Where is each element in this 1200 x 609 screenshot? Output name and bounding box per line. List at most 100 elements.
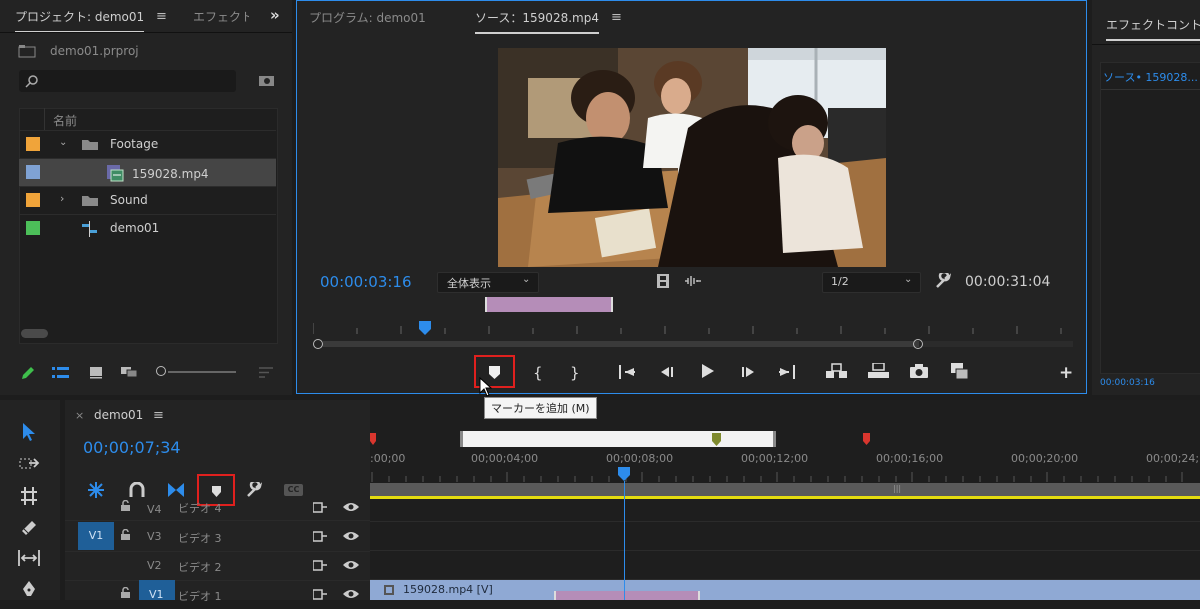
close-icon[interactable]: × (75, 409, 84, 422)
list-item-sound[interactable]: › Sound (19, 186, 276, 214)
ruler-label: 00;00;12;00 (741, 452, 809, 465)
project-file-name: demo01.prproj (50, 44, 139, 58)
list-item-clip[interactable]: 159028.mp4 (19, 158, 276, 186)
label-color-chip[interactable] (26, 221, 40, 235)
sequence-timecode[interactable]: 00;00;07;34 (83, 438, 181, 457)
ruler-label: 00;00;08;00 (606, 452, 674, 465)
tab-menu-icon[interactable]: ≡ (153, 408, 164, 423)
source-clip-label[interactable]: ソース• 159028... (1103, 69, 1198, 85)
tab-sequence[interactable]: demo01 (94, 408, 143, 422)
pencil-icon[interactable] (20, 366, 35, 381)
eye-icon[interactable] (343, 560, 359, 570)
tab-program[interactable]: プログラム: demo01 (309, 9, 426, 26)
sync-lock-icon[interactable] (313, 502, 327, 513)
ripple-edit-tool-icon[interactable] (19, 487, 39, 505)
current-timecode[interactable]: 00:00:03:16 (320, 273, 412, 291)
track-name: V3 (147, 530, 162, 543)
track-header-v1[interactable]: V1 ビデオ 1 (65, 580, 370, 609)
insert-icon[interactable] (826, 363, 848, 379)
timeline-clip[interactable]: 159028.mp4 [V] (370, 580, 1200, 600)
zoom-select[interactable]: 全体表示 ⌄ (437, 272, 539, 293)
label-color-chip[interactable] (26, 193, 40, 207)
lock-icon[interactable] (121, 587, 130, 598)
in-out-range[interactable] (485, 297, 613, 312)
track-header-v3[interactable]: V1 V3 ビデオ 3 (65, 522, 370, 552)
icon-view-icon[interactable] (89, 366, 103, 379)
audio-waveform-icon[interactable] (685, 275, 701, 287)
step-forward-icon[interactable] (740, 365, 756, 379)
wrench-icon[interactable] (935, 273, 951, 289)
list-item-footage[interactable]: ⌄ Footage (19, 130, 276, 158)
mark-in-icon[interactable]: { (533, 364, 543, 382)
mark-out-icon[interactable]: } (570, 364, 580, 382)
label-color-chip[interactable] (26, 137, 40, 151)
video-frame[interactable] (498, 48, 886, 267)
tab-source[interactable]: ソース：159028.mp4 (475, 9, 599, 34)
tooltip: マーカーを追加 (M) (484, 397, 597, 419)
camera-icon[interactable] (910, 364, 928, 378)
tab-overflow-icon[interactable]: » (270, 6, 280, 24)
search-icon (25, 74, 39, 88)
timeline-ruler-ticks[interactable] (370, 470, 1200, 482)
list-item-sequence[interactable]: demo01 (19, 214, 276, 242)
playhead-marker[interactable] (419, 321, 431, 335)
track-header-v2[interactable]: V2 ビデオ 2 (65, 551, 370, 581)
work-area-bar[interactable] (460, 431, 776, 447)
list-view-icon[interactable] (52, 367, 70, 379)
render-bar[interactable]: ||| (370, 483, 1200, 499)
razor-tool-icon[interactable] (20, 519, 38, 537)
sync-lock-icon[interactable] (313, 531, 327, 542)
sequence-marker-red[interactable] (370, 433, 376, 445)
track-select-tool-icon[interactable] (19, 457, 41, 472)
add-button-icon[interactable]: + (1059, 363, 1073, 383)
tab-effects[interactable]: エフェクト (193, 8, 249, 25)
sort-icon[interactable] (259, 367, 273, 378)
go-to-out-icon[interactable] (778, 365, 796, 379)
effect-controls-timecode[interactable]: 00:00:03:16 (1100, 378, 1155, 388)
track-lane-v4[interactable] (370, 501, 1200, 522)
play-icon[interactable] (700, 363, 716, 379)
compare-view-icon[interactable] (951, 363, 969, 380)
eye-icon[interactable] (343, 589, 359, 599)
chevron-down-icon[interactable]: ⌄ (59, 137, 67, 148)
eye-icon[interactable] (343, 531, 359, 541)
column-header-name[interactable]: 名前 (53, 112, 77, 129)
timeline-playhead-icon[interactable] (618, 467, 630, 481)
overwrite-icon[interactable] (868, 363, 890, 379)
freeform-view-icon[interactable] (120, 366, 142, 379)
track-header-v4[interactable]: V4 ビデオ 4 (65, 494, 370, 521)
source-patch-v1[interactable]: V1 (78, 522, 114, 550)
zoom-slider[interactable] (156, 366, 236, 378)
tab-menu-icon[interactable]: ≡ (156, 9, 167, 24)
tab-effect-controls[interactable]: エフェクトコント (1106, 16, 1200, 41)
search-input[interactable] (19, 70, 236, 92)
horizontal-scrollbar[interactable] (21, 329, 48, 338)
step-back-icon[interactable] (659, 365, 675, 379)
tab-menu-icon[interactable]: ≡ (611, 10, 622, 25)
list-item-label: 159028.mp4 (132, 167, 209, 181)
sequence-marker-red[interactable] (863, 433, 870, 445)
chevron-right-icon[interactable]: › (60, 192, 64, 205)
sequence-marker-green[interactable] (712, 433, 721, 446)
label-color-chip[interactable] (26, 165, 40, 179)
go-to-in-icon[interactable] (618, 365, 636, 379)
sync-lock-icon[interactable] (313, 560, 327, 571)
lock-icon[interactable] (121, 500, 130, 511)
eye-icon[interactable] (343, 502, 359, 512)
resolution-select[interactable]: 1/2 ⌄ (822, 272, 921, 293)
film-strip-icon[interactable] (657, 274, 669, 288)
tab-project[interactable]: プロジェクト: demo01 (15, 8, 145, 33)
lock-icon[interactable] (121, 529, 130, 540)
zoom-scroll-bar[interactable] (313, 338, 1073, 350)
track-lane-v2[interactable] (370, 551, 1200, 580)
selection-tool-icon[interactable] (22, 422, 36, 442)
folder-icon (81, 138, 99, 151)
timeline-area[interactable]: :00;00 00;00;04;00 00;00;08;00 00;00;12;… (370, 400, 1200, 600)
pen-tool-icon[interactable] (20, 580, 38, 600)
list-item-label: Sound (110, 193, 148, 207)
sync-lock-icon[interactable] (313, 589, 327, 600)
new-bin-search-icon[interactable] (258, 73, 276, 87)
track-name: V2 (147, 559, 162, 572)
track-lane-v3[interactable] (370, 522, 1200, 551)
slip-tool-icon[interactable] (18, 550, 40, 566)
